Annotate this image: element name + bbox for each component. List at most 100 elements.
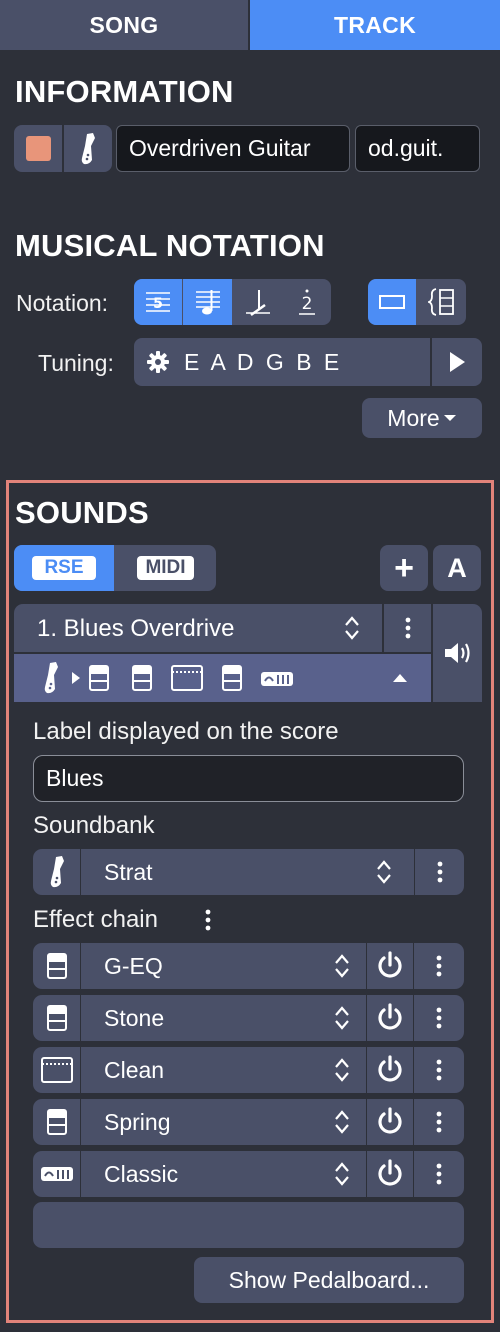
mixer-icon: [261, 672, 293, 686]
numbered-notation-toggle[interactable]: 2: [283, 279, 331, 325]
more-vertical-icon: [436, 955, 442, 977]
power-icon: [378, 1003, 402, 1030]
plus-icon: +: [394, 549, 414, 587]
stomp-icon: [89, 665, 109, 691]
effect-power-button[interactable]: [366, 1099, 414, 1145]
effect-chevron: [334, 943, 350, 989]
amp-icon: [171, 665, 203, 691]
staff-icon: [195, 290, 220, 315]
effect-power-button[interactable]: [366, 995, 414, 1041]
tab-song[interactable]: SONG: [0, 0, 248, 50]
effect-row[interactable]: Spring: [33, 1099, 464, 1145]
track-color-swatch: [25, 136, 51, 161]
tab-song-label: SONG: [89, 11, 159, 38]
tab-track[interactable]: TRACK: [250, 0, 500, 50]
information-heading: INFORMATION: [15, 74, 234, 109]
effect-name: G-EQ: [104, 952, 163, 979]
standard-notation-toggle[interactable]: [183, 279, 232, 325]
signal-chain-strip[interactable]: [14, 654, 431, 702]
power-icon: [378, 951, 402, 978]
tuning-label: Tuning:: [38, 350, 114, 376]
sound-preset-name: 1. Blues Overdrive: [37, 615, 235, 642]
label-heading: Label displayed on the score: [33, 718, 339, 745]
effect-menu-button[interactable]: [414, 1047, 464, 1093]
collapse-up-icon: [393, 674, 407, 682]
more-vertical-icon: [436, 1007, 442, 1029]
effect-row[interactable]: Clean: [33, 1047, 464, 1093]
effect-row[interactable]: Stone: [33, 995, 464, 1041]
score-label-input[interactable]: Blues: [33, 755, 464, 802]
tablature-icon: 5: [146, 292, 170, 312]
up-down-chevron-icon: [377, 860, 391, 884]
stomp-icon: [132, 665, 152, 691]
effect-chain-heading: Effect chain: [33, 906, 158, 933]
effect-chevron: [334, 1099, 350, 1145]
stomp-icon: [46, 1005, 67, 1031]
up-down-chevron-icon: [345, 616, 359, 640]
slash-notation-toggle[interactable]: [233, 279, 282, 325]
midi-toggle[interactable]: MIDI: [115, 545, 216, 591]
sound-volume-button[interactable]: [433, 604, 482, 702]
notation-label: Notation:: [16, 290, 109, 316]
more-vertical-icon: [436, 1059, 442, 1081]
effect-menu-button[interactable]: [414, 1099, 464, 1145]
gear-icon: [147, 351, 169, 373]
up-down-chevron-icon: [335, 1058, 349, 1082]
stomp-icon: [46, 953, 67, 979]
more-vertical-icon: [205, 909, 211, 931]
soundbank-menu-button[interactable]: [414, 849, 464, 895]
track-name-field[interactable]: Overdriven Guitar: [116, 125, 350, 172]
power-icon: [378, 1159, 402, 1186]
effect-row[interactable]: G-EQ: [33, 943, 464, 989]
effect-chevron: [334, 995, 350, 1041]
effect-name: Classic: [104, 1160, 179, 1187]
effect-icon-cell: [33, 1099, 81, 1145]
stomp-icon: [222, 665, 242, 691]
soundbank-selector[interactable]: Strat: [33, 849, 464, 895]
sound-engine-toggle: RSE MIDI: [14, 545, 216, 591]
rse-toggle[interactable]: RSE: [14, 545, 114, 591]
tab-track-label: TRACK: [334, 11, 416, 38]
instrument-icon-button[interactable]: [64, 125, 112, 172]
effect-name: Stone: [104, 1004, 165, 1031]
up-down-chevron-icon: [335, 1006, 349, 1030]
effect-chevron: [334, 1151, 350, 1197]
effect-row[interactable]: Classic: [33, 1151, 464, 1197]
tuning-play-button[interactable]: [432, 338, 482, 386]
single-staff-toggle[interactable]: [368, 279, 416, 325]
effect-icon-cell: [33, 995, 81, 1041]
tuning-selector[interactable]: E A D G B E: [134, 338, 430, 386]
more-button[interactable]: More: [362, 398, 482, 438]
effect-power-button[interactable]: [366, 1151, 414, 1197]
arrow-right-icon: [72, 672, 80, 684]
track-color-button[interactable]: [14, 125, 62, 172]
multi-staff-toggle[interactable]: [417, 279, 466, 325]
sound-preset-menu-button[interactable]: [384, 604, 431, 652]
up-down-chevron-icon: [335, 1110, 349, 1134]
more-vertical-icon: [437, 861, 442, 883]
track-short-name-field[interactable]: od.guit.: [355, 125, 480, 172]
automation-button[interactable]: A: [433, 545, 481, 591]
effect-power-button[interactable]: [366, 1047, 414, 1093]
play-icon: [450, 352, 465, 372]
more-label: More: [387, 404, 440, 431]
empty-effect-slot[interactable]: [33, 1202, 464, 1248]
effect-menu-button[interactable]: [414, 943, 464, 989]
sound-preset-selector[interactable]: 1. Blues Overdrive: [14, 604, 382, 652]
sounds-heading: SOUNDS: [15, 495, 149, 530]
effect-icon-cell: [33, 1047, 81, 1093]
effect-name: Clean: [104, 1056, 165, 1083]
brace-staff-icon: [427, 288, 454, 316]
effect-chain-menu-button[interactable]: [202, 907, 214, 933]
show-pedalboard-button[interactable]: Show Pedalboard...: [194, 1257, 464, 1303]
effect-power-button[interactable]: [366, 943, 414, 989]
show-pedalboard-label: Show Pedalboard...: [228, 1266, 430, 1293]
svg-text:5: 5: [153, 296, 163, 312]
power-icon: [378, 1055, 402, 1082]
add-sound-button[interactable]: +: [380, 545, 428, 591]
effect-menu-button[interactable]: [414, 1151, 464, 1197]
tablature-toggle[interactable]: 5: [134, 279, 182, 325]
up-down-chevron-icon: [335, 1162, 349, 1186]
effect-menu-button[interactable]: [414, 995, 464, 1041]
effect-icon-cell: [33, 1151, 81, 1197]
